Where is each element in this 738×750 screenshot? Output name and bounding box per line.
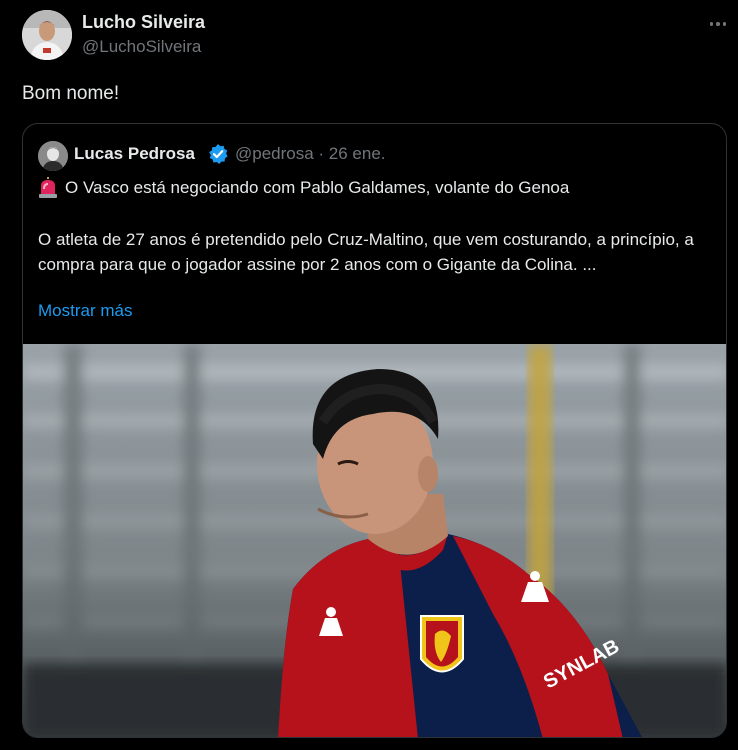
quoted-paragraph: O atleta de 27 anos é pretendido pelo Cr… xyxy=(38,230,694,274)
quoted-handle-date[interactable]: @pedrosa · 26 ene. xyxy=(235,144,386,164)
quoted-author-avatar[interactable] xyxy=(38,141,68,171)
show-more-link[interactable]: Mostrar más xyxy=(38,301,132,321)
author-handle[interactable]: @LuchoSilveira xyxy=(82,37,201,57)
tweet-text: Bom nome! xyxy=(22,83,120,104)
verified-badge-icon xyxy=(207,143,229,165)
quoted-headline: O Vasco está negociando com Pablo Galdam… xyxy=(38,177,569,199)
tweet: Lucho Silveira @LuchoSilveira Bom nome! … xyxy=(0,0,738,750)
siren-icon xyxy=(38,177,58,199)
quoted-tweet-card[interactable]: Lucas Pedrosa @pedrosa · 26 ene. O Vasco… xyxy=(22,123,727,738)
quoted-author-name[interactable]: Lucas Pedrosa xyxy=(74,144,195,164)
quoted-headline-text: O Vasco está negociando com Pablo Galdam… xyxy=(65,178,570,197)
author-name[interactable]: Lucho Silveira xyxy=(82,12,205,33)
author-avatar[interactable] xyxy=(22,10,72,60)
more-options-icon[interactable] xyxy=(706,12,730,36)
quoted-media-photo[interactable]: SYNLAB xyxy=(23,344,726,737)
